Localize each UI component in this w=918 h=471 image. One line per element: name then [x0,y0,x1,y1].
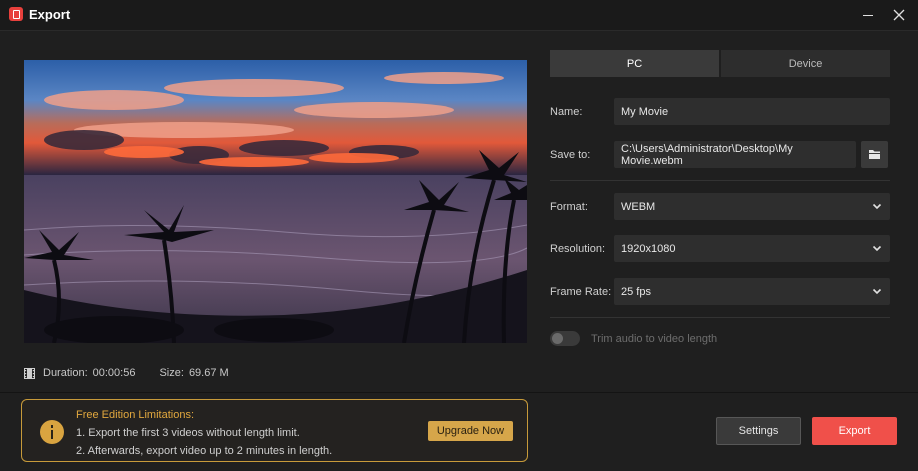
chevron-down-icon [872,245,882,252]
format-value: WEBM [621,200,656,213]
duration-label: Duration: [43,367,88,379]
save-path-value: C:\Users\Administrator\Desktop\My Movie.… [621,142,793,167]
export-target-tabs: PC Device [550,50,890,77]
frame-rate-dropdown[interactable]: 25 fps [614,278,890,305]
tab-pc[interactable]: PC [550,50,719,77]
folder-icon [869,150,880,159]
video-preview [24,60,527,343]
limitation-line-2: 2. Afterwards, export video up to 2 minu… [76,445,333,457]
resolution-label: Resolution: [550,243,606,255]
minimize-icon[interactable] [859,6,877,24]
size-label: Size: [159,367,184,379]
name-label: Name: [550,106,583,118]
format-dropdown[interactable]: WEBM [614,193,890,220]
resolution-dropdown[interactable]: 1920x1080 [614,235,890,262]
app-logo-icon [9,7,23,21]
duration-value: 00:00:56 [92,367,136,379]
divider [550,180,890,181]
footer-divider [0,392,918,393]
size-value: 69.67 M [188,367,229,379]
free-edition-notice: Free Edition Limitations: 1. Export the … [21,399,528,462]
film-icon [24,367,35,379]
tab-device[interactable]: Device [721,50,890,77]
trim-audio-label: Trim audio to video length [591,333,718,345]
name-field[interactable]: My Movie [614,98,890,125]
title-bar: Export [0,0,918,31]
warning-icon [40,420,64,444]
trim-audio-toggle[interactable] [550,331,580,346]
close-icon[interactable] [890,6,908,24]
window-title: Export [29,7,71,22]
upgrade-now-button[interactable]: Upgrade Now [428,421,513,441]
name-value: My Movie [621,105,669,118]
chevron-down-icon [872,203,882,210]
save-to-label: Save to: [550,149,591,161]
limitation-line-1: 1. Export the first 3 videos without len… [76,427,300,439]
divider [550,317,890,318]
settings-button[interactable]: Settings [716,417,801,445]
browse-folder-button[interactable] [861,141,888,168]
format-label: Format: [550,201,588,213]
limitations-title: Free Edition Limitations: [76,409,194,421]
export-button[interactable]: Export [812,417,897,445]
resolution-value: 1920x1080 [621,242,676,255]
chevron-down-icon [872,288,882,295]
frame-rate-label: Frame Rate: [550,286,612,298]
save-path-field[interactable]: C:\Users\Administrator\Desktop\My Movie.… [614,141,856,168]
video-info: Duration: 00:00:56 Size: 69.67 M [24,366,229,380]
toggle-knob [552,333,563,344]
frame-rate-value: 25 fps [621,285,651,298]
